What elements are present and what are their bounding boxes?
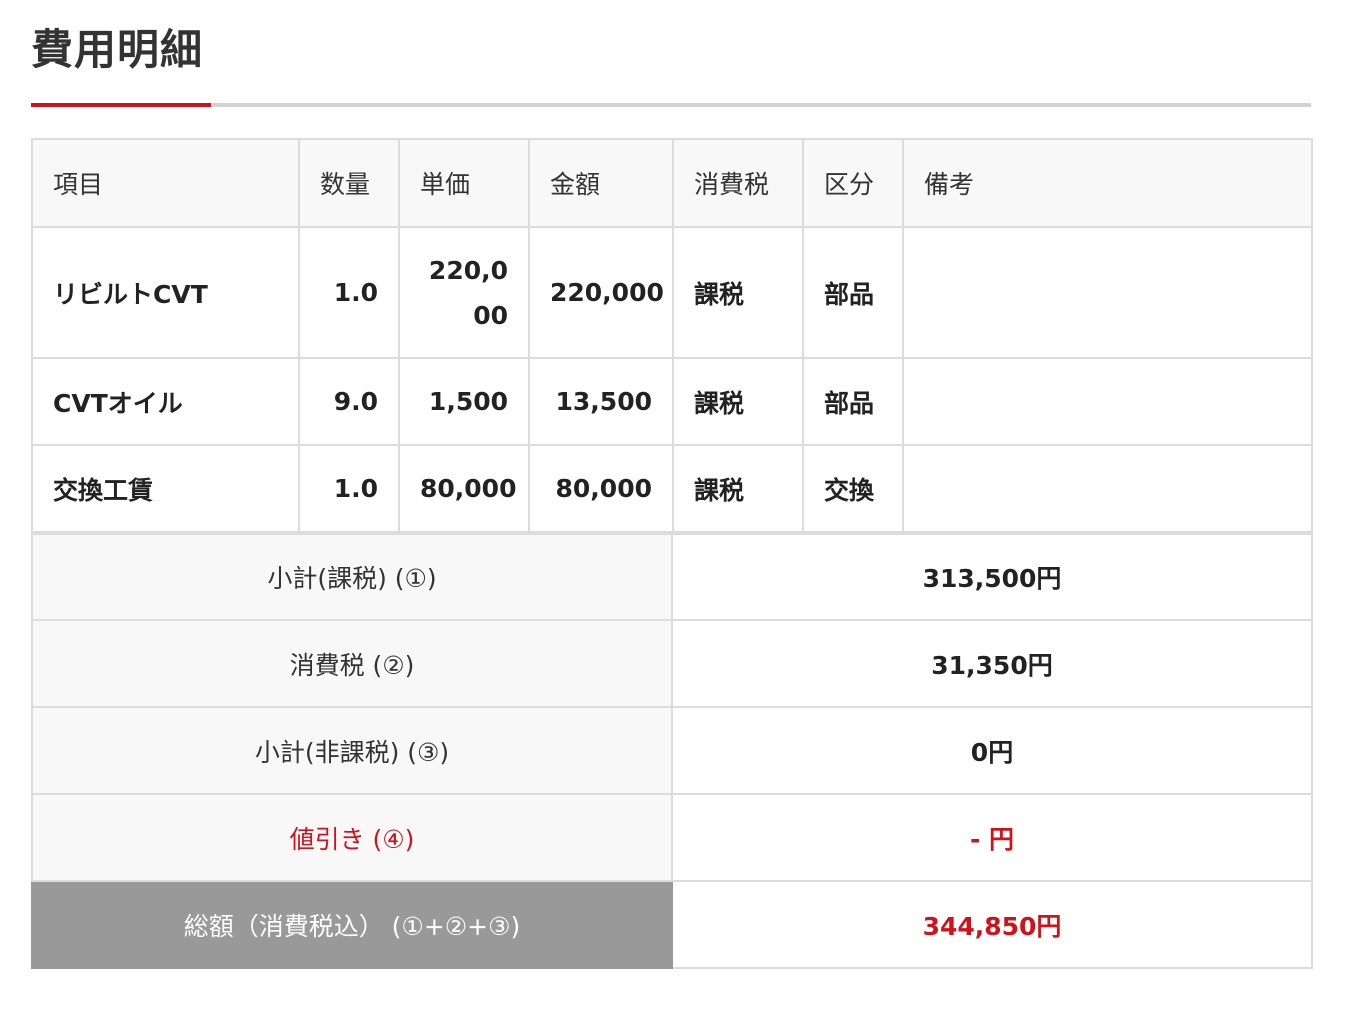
cell-item: CVTオイル: [31, 357, 300, 446]
cell-category: 交換: [802, 444, 904, 533]
cell-note: [902, 226, 1313, 359]
cell-qty: 9.0: [298, 357, 400, 446]
header-amount: 金額: [528, 138, 674, 228]
subtotal-nontaxable-label: 小計(非課税) (③): [31, 706, 673, 795]
header-tax: 消費税: [672, 138, 804, 228]
cell-amount: 220,000: [528, 226, 674, 359]
header-note: 備考: [902, 138, 1313, 228]
cell-note: [902, 357, 1313, 446]
cell-tax: 課税: [672, 226, 804, 359]
table-row: CVTオイル 9.0 1,500 13,500 課税 部品: [31, 357, 1313, 446]
header-qty: 数量: [298, 138, 400, 228]
table-header-row: 項目 数量 単価 金額 消費税 区分 備考: [31, 138, 1313, 228]
discount-value: - 円: [671, 793, 1313, 882]
title-underline: [31, 103, 1311, 107]
cell-qty: 1.0: [298, 444, 400, 533]
consumption-tax-value: 31,350円: [671, 619, 1313, 708]
cell-unit-price: 80,000: [398, 444, 530, 533]
cell-amount: 13,500: [528, 357, 674, 446]
summary-row-subtotal-taxable: 小計(課税) (①) 313,500円: [31, 531, 1313, 621]
table-row: リビルトCVT 1.0 220,000 220,000 課税 部品: [31, 226, 1313, 359]
header-item: 項目: [31, 138, 300, 228]
page: 費用明細 項目 数量 単価 金額 消費税 区分 備考 リビルトCVT 1.0 2…: [0, 0, 1367, 1017]
subtotal-taxable-label: 小計(課税) (①): [31, 531, 673, 621]
cell-qty: 1.0: [298, 226, 400, 359]
discount-label: 値引き (④): [31, 793, 673, 882]
cell-tax: 課税: [672, 444, 804, 533]
page-title: 費用明細: [31, 25, 204, 74]
cell-amount: 80,000: [528, 444, 674, 533]
summary-row-discount: 値引き (④) - 円: [31, 793, 1313, 882]
cell-tax: 課税: [672, 357, 804, 446]
cell-unit-price: 220,000: [398, 226, 530, 359]
title-underline-accent: [31, 103, 211, 107]
cost-summary-table: 小計(課税) (①) 313,500円 消費税 (②) 31,350円 小計(非…: [31, 531, 1313, 969]
total-value: 344,850円: [671, 880, 1313, 969]
summary-row-subtotal-nontaxable: 小計(非課税) (③) 0円: [31, 706, 1313, 795]
subtotal-taxable-value: 313,500円: [671, 531, 1313, 621]
cell-unit-price: 1,500: [398, 357, 530, 446]
summary-row-total: 総額（消費税込） (①+②+③) 344,850円: [31, 880, 1313, 969]
subtotal-nontaxable-value: 0円: [671, 706, 1313, 795]
summary-row-consumption-tax: 消費税 (②) 31,350円: [31, 619, 1313, 708]
header-unit-price: 単価: [398, 138, 530, 228]
cell-item: リビルトCVT: [31, 226, 300, 359]
consumption-tax-label: 消費税 (②): [31, 619, 673, 708]
cost-detail-table: 項目 数量 単価 金額 消費税 区分 備考 リビルトCVT 1.0 220,00…: [31, 138, 1313, 533]
table-row: 交換工賃 1.0 80,000 80,000 課税 交換: [31, 444, 1313, 533]
cell-item: 交換工賃: [31, 444, 300, 533]
cell-category: 部品: [802, 226, 904, 359]
cell-note: [902, 444, 1313, 533]
header-category: 区分: [802, 138, 904, 228]
cell-category: 部品: [802, 357, 904, 446]
total-label: 総額（消費税込） (①+②+③): [31, 880, 673, 969]
